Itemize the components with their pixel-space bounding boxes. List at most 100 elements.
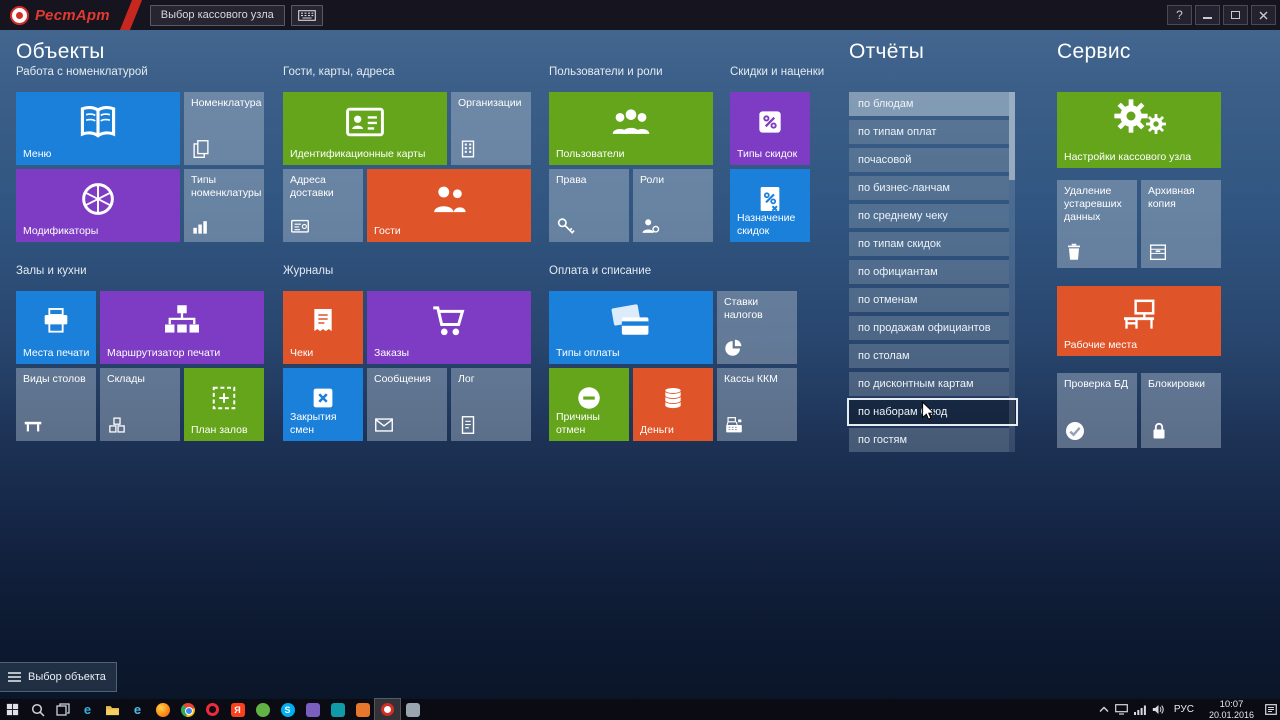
report-item[interactable]: по среднему чеку <box>849 204 1009 228</box>
tile-warehouses[interactable]: Склады <box>100 368 180 441</box>
tile-organizations[interactable]: Организации <box>451 92 531 165</box>
tile-label: Сообщения <box>374 373 431 385</box>
tile-discount-types[interactable]: Типы скидок <box>730 92 810 165</box>
file-explorer-icon[interactable] <box>100 699 125 720</box>
tile-log[interactable]: Лог <box>451 368 531 441</box>
tile-label: Идентификационные карты <box>290 148 426 161</box>
tile-label: Номенклатура <box>191 97 262 109</box>
report-item[interactable]: почасовой <box>849 148 1009 172</box>
purple-app-icon[interactable] <box>300 699 325 720</box>
edge-icon[interactable]: e <box>75 699 100 720</box>
task-view-icon <box>55 702 70 716</box>
tile-workplaces[interactable]: Рабочие места <box>1057 286 1221 356</box>
cash-node-select-button[interactable]: Выбор кассового узла <box>149 4 285 26</box>
report-item[interactable]: по бизнес-ланчам <box>849 176 1009 200</box>
reports-scrollbar[interactable] <box>1009 92 1015 452</box>
skype-icon[interactable]: S <box>275 699 300 720</box>
report-item[interactable]: по гостям <box>849 428 1009 452</box>
tile-messages[interactable]: Сообщения <box>367 368 447 441</box>
tile-delivery-addresses[interactable]: Адреса доставки <box>283 169 363 242</box>
yandex-browser-icon[interactable]: Я <box>225 699 250 720</box>
opera-icon[interactable] <box>200 699 225 720</box>
help-button[interactable]: ? <box>1167 5 1192 25</box>
report-item[interactable]: по столам <box>849 344 1009 368</box>
clock-time: 10:07 <box>1219 698 1244 710</box>
action-center-icon[interactable] <box>1262 699 1280 720</box>
tile-guests[interactable]: Гости <box>367 169 531 242</box>
tile-delete-old-data[interactable]: Удаление устаревших данных <box>1057 180 1137 268</box>
report-item[interactable]: по блюдам <box>849 92 1009 116</box>
help-icon: ? <box>1176 8 1183 22</box>
tile-money[interactable]: Деньги <box>633 368 713 441</box>
taskbar: e e Я S РУС 10:07 20.01.2016 <box>0 698 1280 720</box>
percent-icon <box>730 96 810 148</box>
tile-shift-closings[interactable]: Закрытия смен <box>283 368 363 441</box>
volume-icon[interactable] <box>1149 699 1167 720</box>
tile-rights[interactable]: Права <box>549 169 629 242</box>
tile-table-types[interactable]: Виды столов <box>16 368 96 441</box>
report-item[interactable]: по продажам официантов <box>849 316 1009 340</box>
object-select-button[interactable]: Выбор объекта <box>0 662 117 692</box>
report-item[interactable]: по официантам <box>849 260 1009 284</box>
tile-label: Роли <box>640 174 665 186</box>
maximize-button[interactable] <box>1223 5 1248 25</box>
tile-cancel-reasons[interactable]: Причины отмен <box>549 368 629 441</box>
onscreen-keyboard-button[interactable] <box>290 4 323 26</box>
people-group-icon <box>549 96 713 148</box>
tile-menu[interactable]: Меню <box>16 92 180 165</box>
teal-app-icon[interactable] <box>325 699 350 720</box>
boxes-icon <box>106 414 128 436</box>
tile-print-places[interactable]: Места печати <box>16 291 96 364</box>
report-item[interactable]: по типам скидок <box>849 232 1009 256</box>
restart-app-taskbar-icon[interactable] <box>374 698 401 720</box>
tile-nomenclature-types[interactable]: Типы номенклатуры <box>184 169 264 242</box>
tray-expand-icon[interactable] <box>1095 699 1113 720</box>
tile-modifiers[interactable]: Модификаторы <box>16 169 180 242</box>
maximize-icon <box>1231 11 1240 19</box>
tile-print-router[interactable]: Маршрутизатор печати <box>100 291 264 364</box>
tile-roles[interactable]: Роли <box>633 169 713 242</box>
report-item-selected[interactable]: по наборам блюд <box>847 398 1018 426</box>
tile-discount-assignment[interactable]: Назначение скидок <box>730 169 810 242</box>
tile-label: Настройки кассового узла <box>1064 151 1192 164</box>
object-select-label: Выбор объекта <box>28 671 106 683</box>
minimize-button[interactable] <box>1195 5 1220 25</box>
close-button[interactable] <box>1251 5 1276 25</box>
chrome-icon[interactable] <box>175 699 200 720</box>
table-icon <box>22 414 44 436</box>
tile-locks[interactable]: Блокировки <box>1141 373 1221 448</box>
scrollbar-thumb[interactable] <box>1009 92 1015 180</box>
orange-app-icon[interactable] <box>350 699 375 720</box>
tile-payment-types[interactable]: Типы оплаты <box>549 291 713 364</box>
start-button[interactable] <box>0 699 25 720</box>
clock[interactable]: 10:07 20.01.2016 <box>1201 699 1262 720</box>
tile-tax-rates[interactable]: Ставки налогов <box>717 291 797 364</box>
tile-kkm-registers[interactable]: Кассы ККМ <box>717 368 797 441</box>
report-item[interactable]: по дисконтным картам <box>849 372 1009 396</box>
firefox-icon[interactable] <box>150 699 175 720</box>
tree-icon <box>100 295 264 347</box>
green-app-icon[interactable] <box>250 699 275 720</box>
tile-users[interactable]: Пользователи <box>549 92 713 165</box>
trash-icon <box>1063 241 1085 263</box>
report-item[interactable]: по отменам <box>849 288 1009 312</box>
network-icon[interactable] <box>1131 699 1149 720</box>
tile-id-cards[interactable]: Идентификационные карты <box>283 92 447 165</box>
tile-label: Виды столов <box>23 373 86 385</box>
display-icon[interactable] <box>1113 699 1131 720</box>
cart-icon <box>367 295 531 347</box>
tile-orders[interactable]: Заказы <box>367 291 531 364</box>
language-indicator[interactable]: РУС <box>1167 704 1201 715</box>
windows-logo-icon <box>6 703 19 716</box>
internet-explorer-icon[interactable]: e <box>125 699 150 720</box>
tile-nomenclature[interactable]: Номенклатура <box>184 92 264 165</box>
tile-cash-node-settings[interactable]: Настройки кассового узла <box>1057 92 1221 168</box>
tile-hall-plan[interactable]: План залов <box>184 368 264 441</box>
gray-app-icon[interactable] <box>400 699 425 720</box>
search-button[interactable] <box>25 699 50 720</box>
report-item[interactable]: по типам оплат <box>849 120 1009 144</box>
tile-db-check[interactable]: Проверка БД <box>1057 373 1137 448</box>
tile-receipts[interactable]: Чеки <box>283 291 363 364</box>
tile-archive-copy[interactable]: Архивная копия <box>1141 180 1221 268</box>
task-view-button[interactable] <box>50 699 75 720</box>
